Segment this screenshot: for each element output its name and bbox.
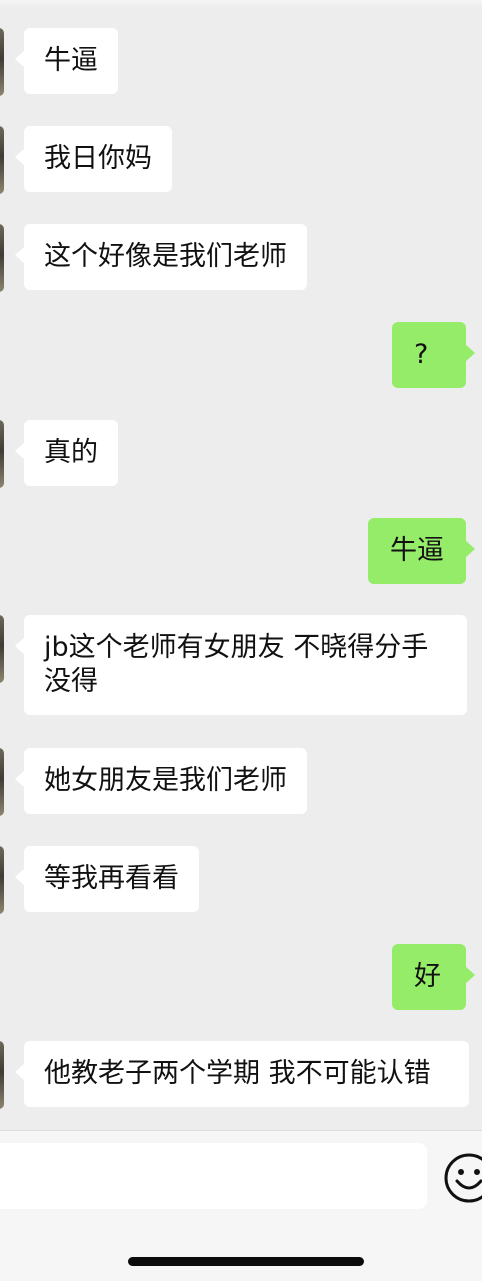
- contact-avatar[interactable]: [0, 28, 4, 96]
- incoming-message-bubble[interactable]: 牛逼: [15, 28, 118, 94]
- contact-avatar[interactable]: [0, 1041, 4, 1109]
- message-input[interactable]: [0, 1143, 427, 1209]
- incoming-message-bubble[interactable]: 这个好像是我们老师: [15, 224, 307, 290]
- outgoing-message-bubble[interactable]: 好: [392, 944, 475, 1010]
- contact-avatar[interactable]: [0, 846, 4, 914]
- contact-avatar[interactable]: [0, 224, 4, 292]
- incoming-message-bubble[interactable]: 她女朋友是我们老师: [15, 748, 307, 814]
- contact-avatar[interactable]: [0, 615, 4, 683]
- incoming-message-bubble[interactable]: 他教老子两个学期 我不可能认错: [15, 1041, 469, 1107]
- incoming-message-bubble[interactable]: 我日你妈: [15, 126, 172, 192]
- smiley-face-icon[interactable]: [442, 1151, 482, 1205]
- home-indicator[interactable]: [128, 1257, 364, 1266]
- contact-avatar[interactable]: [0, 420, 4, 488]
- incoming-message-bubble[interactable]: 真的: [15, 420, 118, 486]
- contact-avatar[interactable]: [0, 748, 4, 816]
- outgoing-message-bubble[interactable]: ?: [392, 322, 475, 388]
- outgoing-message-bubble[interactable]: 牛逼: [368, 518, 475, 584]
- contact-avatar[interactable]: [0, 126, 4, 194]
- incoming-message-bubble[interactable]: jb这个老师有女朋友 不晓得分手 没得: [15, 615, 467, 715]
- incoming-message-bubble[interactable]: 等我再看看: [15, 846, 199, 912]
- top-edge: [0, 0, 482, 8]
